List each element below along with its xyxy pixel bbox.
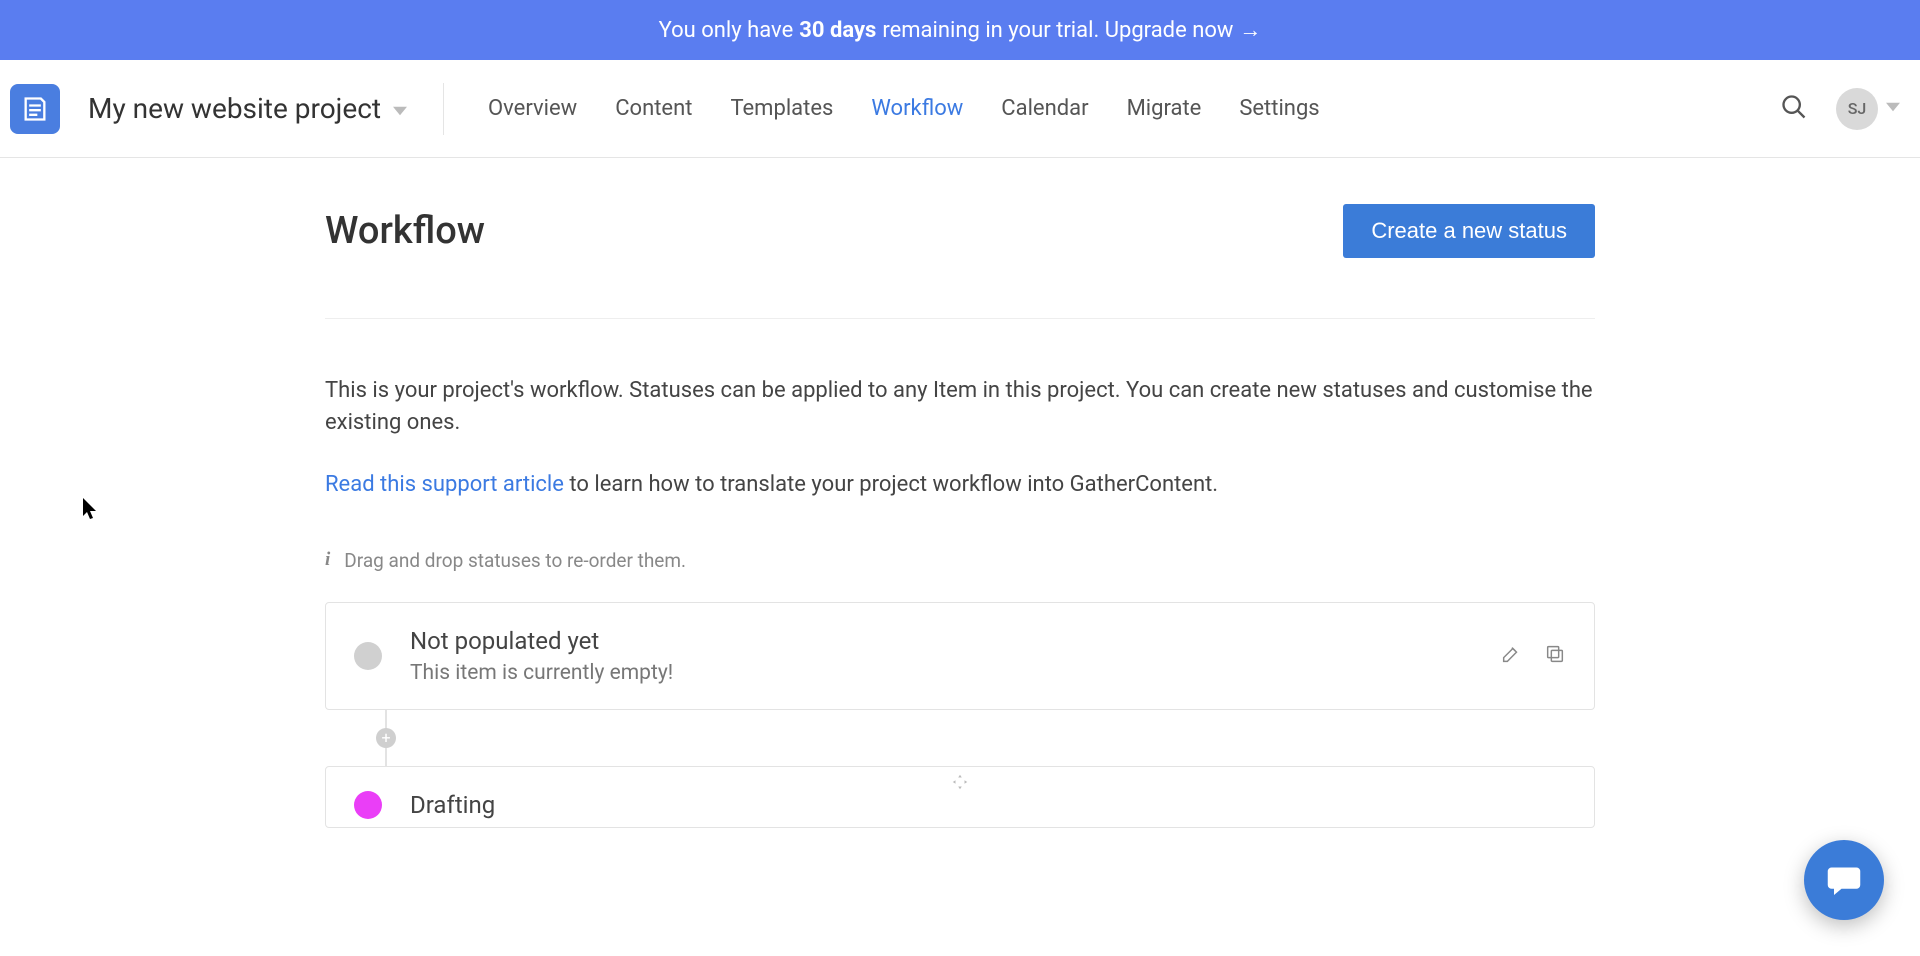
tab-overview[interactable]: Overview xyxy=(488,96,577,121)
status-name: Not populated yet xyxy=(410,627,673,655)
tab-migrate[interactable]: Migrate xyxy=(1127,96,1202,121)
status-color-dot xyxy=(354,791,382,819)
intro-paragraph-1: This is your project's workflow. Statuse… xyxy=(325,375,1595,439)
intro-paragraph-2: Read this support article to learn how t… xyxy=(325,469,1595,501)
status-connector: + xyxy=(385,710,1595,766)
page-title: Workflow xyxy=(325,209,485,253)
tab-templates[interactable]: Templates xyxy=(730,96,833,121)
support-article-link[interactable]: Read this support article xyxy=(325,472,564,497)
mouse-cursor-icon xyxy=(83,498,99,522)
nav-tabs: Overview Content Templates Workflow Cale… xyxy=(488,96,1320,121)
caret-down-icon xyxy=(393,92,407,125)
add-status-between-button[interactable]: + xyxy=(376,728,396,748)
project-name: My new website project xyxy=(88,92,381,125)
search-icon[interactable] xyxy=(1780,93,1808,125)
banner-prefix: You only have xyxy=(659,18,794,43)
document-icon xyxy=(21,95,49,123)
chat-launcher-button[interactable] xyxy=(1804,840,1884,920)
chat-icon xyxy=(1824,860,1864,900)
tab-workflow[interactable]: Workflow xyxy=(871,96,963,121)
main-content: Workflow Create a new status This is you… xyxy=(325,158,1595,828)
avatar: SJ xyxy=(1836,88,1878,130)
drag-handle-icon[interactable] xyxy=(951,773,969,795)
status-description: This item is currently empty! xyxy=(410,661,673,685)
user-menu[interactable]: SJ xyxy=(1836,88,1900,130)
hint-text: Drag and drop statuses to re-order them. xyxy=(344,549,686,572)
intro-paragraph-2-rest: to learn how to translate your project w… xyxy=(564,472,1218,497)
banner-suffix: remaining in your trial. Upgrade now xyxy=(882,18,1233,43)
caret-down-icon xyxy=(1886,99,1900,118)
tab-calendar[interactable]: Calendar xyxy=(1001,96,1088,121)
trial-banner[interactable]: You only have 30 days remaining in your … xyxy=(0,0,1920,60)
create-status-button[interactable]: Create a new status xyxy=(1343,204,1595,258)
project-switcher[interactable]: My new website project xyxy=(88,83,444,135)
top-nav: My new website project Overview Content … xyxy=(0,60,1920,158)
tab-content[interactable]: Content xyxy=(615,96,692,121)
duplicate-icon[interactable] xyxy=(1544,643,1566,669)
tab-settings[interactable]: Settings xyxy=(1239,96,1319,121)
status-list: Not populated yet This item is currently… xyxy=(325,602,1595,828)
reorder-hint: i Drag and drop statuses to re-order the… xyxy=(325,549,1595,572)
status-card[interactable]: Not populated yet This item is currently… xyxy=(325,602,1595,710)
info-icon: i xyxy=(325,549,330,571)
status-name: Drafting xyxy=(410,791,495,819)
banner-days: 30 days xyxy=(799,18,876,43)
edit-icon[interactable] xyxy=(1500,643,1522,669)
arrow-right-icon: → xyxy=(1239,17,1261,43)
status-card[interactable]: Drafting xyxy=(325,766,1595,828)
app-logo[interactable] xyxy=(10,84,60,134)
status-color-dot xyxy=(354,642,382,670)
